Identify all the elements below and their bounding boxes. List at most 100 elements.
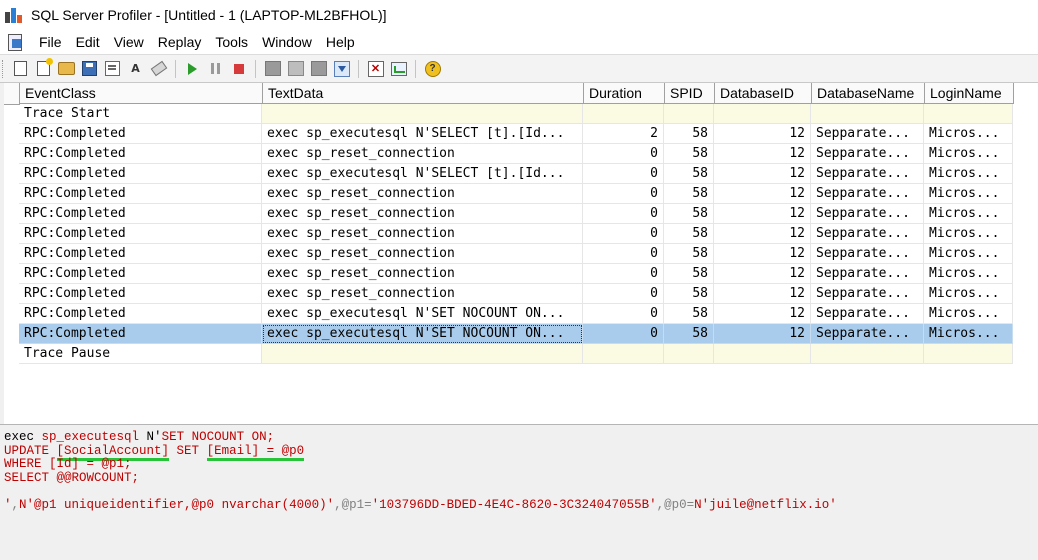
cell-databasename[interactable]: Sepparate... bbox=[811, 324, 924, 344]
cell-spid[interactable]: 58 bbox=[664, 144, 714, 164]
table-row[interactable]: RPC:Completed exec sp_executesql N'SELECT… bbox=[4, 124, 1013, 144]
clear-icon[interactable] bbox=[149, 59, 168, 78]
toolbar-grip[interactable] bbox=[2, 59, 6, 78]
menu-replay[interactable]: Replay bbox=[151, 34, 209, 50]
cell-databaseid[interactable]: 12 bbox=[714, 264, 811, 284]
new-trace-icon[interactable] bbox=[11, 59, 30, 78]
cell-loginname[interactable]: Micros... bbox=[924, 124, 1013, 144]
trace-grid[interactable]: EventClass TextData Duration SPID Databa… bbox=[0, 83, 1038, 424]
bind-icon[interactable] bbox=[286, 59, 305, 78]
cell-eventclass[interactable]: RPC:Completed bbox=[19, 224, 262, 244]
extract-icon[interactable] bbox=[263, 59, 282, 78]
cell-databaseid[interactable]: 12 bbox=[714, 244, 811, 264]
cell-databasename[interactable] bbox=[811, 104, 924, 124]
table-row[interactable]: RPC:Completed exec sp_reset_connection 0 58… bbox=[4, 224, 1013, 244]
cell-databaseid[interactable]: 12 bbox=[714, 164, 811, 184]
column-header-databaseid[interactable]: DatabaseID bbox=[715, 83, 812, 104]
cell-databaseid[interactable]: 12 bbox=[714, 204, 811, 224]
table-row[interactable]: RPC:Completed exec sp_executesql N'SET NO… bbox=[4, 304, 1013, 324]
menu-view[interactable]: View bbox=[107, 34, 151, 50]
cell-spid[interactable]: 58 bbox=[664, 324, 714, 344]
cell-loginname[interactable] bbox=[924, 344, 1013, 364]
cell-textdata[interactable]: exec sp_executesql N'SET NOCOUNT ON... bbox=[262, 304, 583, 324]
cell-spid[interactable]: 58 bbox=[664, 204, 714, 224]
cell-databaseid[interactable]: 12 bbox=[714, 304, 811, 324]
menu-window[interactable]: Window bbox=[255, 34, 319, 50]
cell-duration[interactable]: 0 bbox=[583, 304, 664, 324]
column-header-textdata[interactable]: TextData bbox=[263, 83, 584, 104]
cell-eventclass[interactable]: RPC:Completed bbox=[19, 284, 262, 304]
cell-databaseid[interactable]: 12 bbox=[714, 144, 811, 164]
cell-eventclass[interactable]: RPC:Completed bbox=[19, 304, 262, 324]
cell-databaseid[interactable]: 12 bbox=[714, 124, 811, 144]
cell-spid[interactable]: 58 bbox=[664, 264, 714, 284]
cell-loginname[interactable]: Micros... bbox=[924, 284, 1013, 304]
cell-textdata[interactable]: exec sp_reset_connection bbox=[262, 244, 583, 264]
cell-databasename[interactable]: Sepparate... bbox=[811, 184, 924, 204]
cell-textdata[interactable] bbox=[262, 104, 583, 124]
cell-eventclass[interactable]: RPC:Completed bbox=[19, 124, 262, 144]
column-header-duration[interactable]: Duration bbox=[584, 83, 665, 104]
cell-eventclass[interactable]: RPC:Completed bbox=[19, 324, 262, 344]
stop-trace-icon[interactable] bbox=[229, 59, 248, 78]
table-row[interactable]: RPC:Completed exec sp_reset_connection 0 58… bbox=[4, 264, 1013, 284]
column-header-spid[interactable]: SPID bbox=[665, 83, 715, 104]
cell-textdata[interactable]: exec sp_reset_connection bbox=[262, 204, 583, 224]
cell-textdata[interactable]: exec sp_executesql N'SELECT [t].[Id... bbox=[262, 164, 583, 184]
cell-databasename[interactable] bbox=[811, 344, 924, 364]
cell-databasename[interactable]: Sepparate... bbox=[811, 304, 924, 324]
properties-icon[interactable] bbox=[103, 59, 122, 78]
cell-spid[interactable]: 58 bbox=[664, 164, 714, 184]
cell-duration[interactable]: 0 bbox=[583, 164, 664, 184]
cell-duration[interactable]: 0 bbox=[583, 144, 664, 164]
cell-databaseid[interactable]: 12 bbox=[714, 284, 811, 304]
cell-textdata[interactable]: exec sp_reset_connection bbox=[262, 184, 583, 204]
cell-spid[interactable]: 58 bbox=[664, 184, 714, 204]
auto-scroll-icon[interactable] bbox=[332, 59, 351, 78]
save-icon[interactable] bbox=[80, 59, 99, 78]
cell-textdata[interactable]: exec sp_executesql N'SET NOCOUNT ON... bbox=[262, 324, 583, 344]
cell-databaseid[interactable] bbox=[714, 344, 811, 364]
cell-textdata[interactable]: exec sp_reset_connection bbox=[262, 264, 583, 284]
cell-spid[interactable]: 58 bbox=[664, 224, 714, 244]
cell-databaseid[interactable]: 12 bbox=[714, 184, 811, 204]
cell-duration[interactable]: 0 bbox=[583, 324, 664, 344]
table-row[interactable]: RPC:Completed exec sp_reset_connection 0 58… bbox=[4, 144, 1013, 164]
cell-databaseid[interactable] bbox=[714, 104, 811, 124]
cell-duration[interactable] bbox=[583, 344, 664, 364]
cell-textdata[interactable]: exec sp_reset_connection bbox=[262, 144, 583, 164]
cell-databaseid[interactable]: 12 bbox=[714, 224, 811, 244]
table-row[interactable]: RPC:Completed exec sp_reset_connection 0 58… bbox=[4, 184, 1013, 204]
cell-eventclass[interactable]: Trace Pause bbox=[19, 344, 262, 364]
cell-eventclass[interactable]: RPC:Completed bbox=[19, 204, 262, 224]
cell-eventclass[interactable]: RPC:Completed bbox=[19, 164, 262, 184]
document-window-icon[interactable] bbox=[6, 33, 24, 51]
menu-help[interactable]: Help bbox=[319, 34, 362, 50]
table-row[interactable]: Trace Start bbox=[4, 104, 1013, 124]
cell-loginname[interactable]: Micros... bbox=[924, 204, 1013, 224]
cell-textdata[interactable]: exec sp_executesql N'SELECT [t].[Id... bbox=[262, 124, 583, 144]
cell-loginname[interactable]: Micros... bbox=[924, 164, 1013, 184]
column-header-loginname[interactable]: LoginName bbox=[925, 83, 1014, 104]
help-icon[interactable]: ? bbox=[423, 59, 442, 78]
menu-file[interactable]: File bbox=[32, 34, 69, 50]
cell-databasename[interactable]: Sepparate... bbox=[811, 284, 924, 304]
table-row[interactable]: RPC:Completed exec sp_executesql N'SET NO… bbox=[4, 324, 1013, 344]
cell-databasename[interactable]: Sepparate... bbox=[811, 244, 924, 264]
cell-loginname[interactable]: Micros... bbox=[924, 184, 1013, 204]
cell-duration[interactable]: 0 bbox=[583, 224, 664, 244]
filter-icon[interactable] bbox=[309, 59, 328, 78]
perf-chart-icon[interactable] bbox=[389, 59, 408, 78]
cell-loginname[interactable] bbox=[924, 104, 1013, 124]
cell-databasename[interactable]: Sepparate... bbox=[811, 264, 924, 284]
cell-databasename[interactable]: Sepparate... bbox=[811, 204, 924, 224]
cell-loginname[interactable]: Micros... bbox=[924, 244, 1013, 264]
cell-spid[interactable]: 58 bbox=[664, 124, 714, 144]
cell-loginname[interactable]: Micros... bbox=[924, 304, 1013, 324]
cell-duration[interactable]: 0 bbox=[583, 184, 664, 204]
cell-spid[interactable] bbox=[664, 344, 714, 364]
cell-eventclass[interactable]: RPC:Completed bbox=[19, 244, 262, 264]
table-row[interactable]: RPC:Completed exec sp_executesql N'SELECT… bbox=[4, 164, 1013, 184]
table-row[interactable]: RPC:Completed exec sp_reset_connection 0 58… bbox=[4, 284, 1013, 304]
cell-duration[interactable]: 0 bbox=[583, 244, 664, 264]
